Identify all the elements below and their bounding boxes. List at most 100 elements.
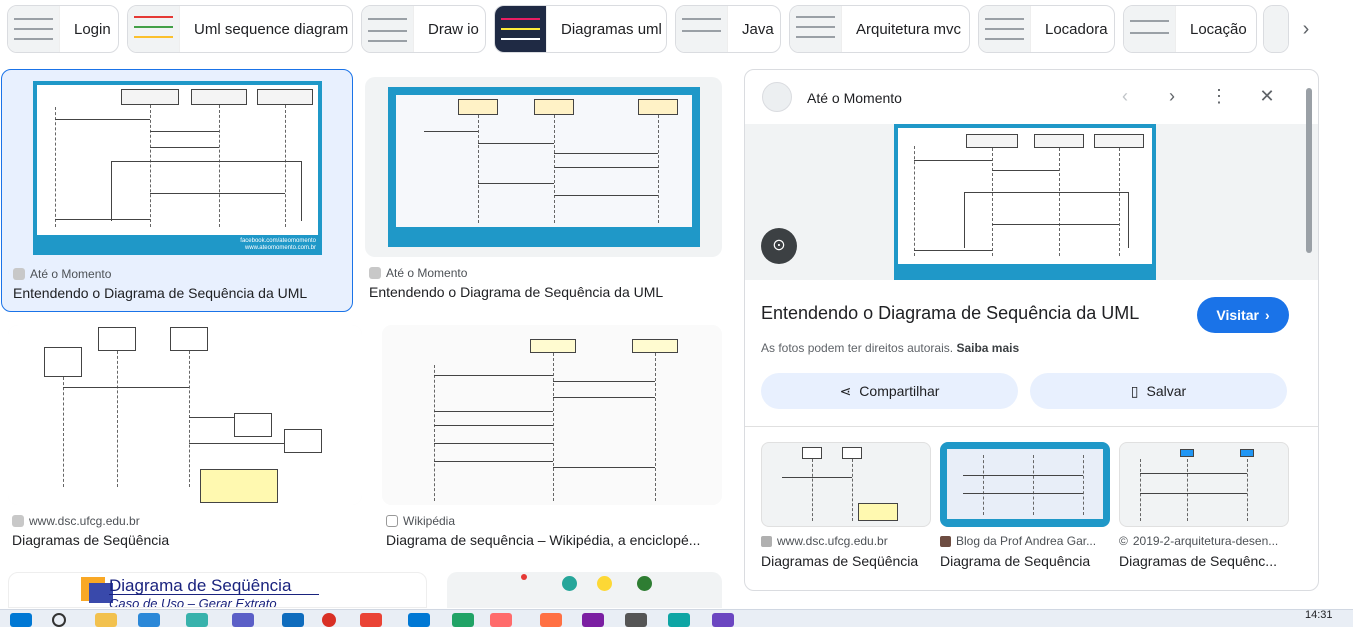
related-image-card[interactable]: www.dsc.ufcg.edu.br Diagramas de Seqüênc… xyxy=(761,442,931,569)
related-title: Diagramas de Seqüência xyxy=(761,553,919,569)
diagram-footer: facebook.com/ateomomento www.ateomomento… xyxy=(240,238,316,251)
related-title: Diagrama de Sequência xyxy=(940,553,1091,569)
chip-draw-io[interactable]: Draw io xyxy=(361,5,486,53)
result-card[interactable]: facebook.com/ateomomento www.ateomomento… xyxy=(1,69,353,312)
result-card[interactable] xyxy=(447,572,722,608)
chip-label: Login xyxy=(74,20,111,38)
chip-label: Locação xyxy=(1190,20,1247,38)
divider xyxy=(745,426,1318,427)
related-source: © 2019-2-arquitetura-desen... xyxy=(1119,534,1289,548)
chip-locacao[interactable]: Locação xyxy=(1123,5,1257,53)
file-explorer-icon[interactable] xyxy=(95,613,117,627)
share-button[interactable]: ⋖ Compartilhar xyxy=(761,373,1018,409)
related-source-label: www.dsc.ufcg.edu.br xyxy=(777,534,888,548)
panel-source[interactable]: Até o Momento xyxy=(807,90,902,106)
learn-more-link[interactable]: Saiba mais xyxy=(956,341,1019,355)
result-card[interactable]: Até o Momento Entendendo o Diagrama de S… xyxy=(365,77,722,312)
app-icon[interactable] xyxy=(138,613,160,627)
result-image-frame xyxy=(365,77,722,257)
wikipedia-icon xyxy=(386,515,398,527)
result-image xyxy=(382,325,722,505)
chevron-right-icon[interactable]: › xyxy=(1160,85,1184,109)
panel-preview[interactable]: ⊙ xyxy=(745,124,1318,280)
chip-label: Locadora xyxy=(1045,20,1108,38)
share-label: Compartilhar xyxy=(859,383,940,399)
chip-thumbnail xyxy=(790,6,842,52)
related-image-card[interactable]: © 2019-2-arquitetura-desen... Diagramas d… xyxy=(1119,442,1289,569)
result-image xyxy=(8,325,362,505)
taskbar xyxy=(0,609,1353,627)
panel-title[interactable]: Entendendo o Diagrama de Sequência da UM… xyxy=(761,303,1139,324)
app-icon[interactable] xyxy=(540,613,562,627)
panel-header: Até o Momento ‹ › ⋮ ✕ xyxy=(745,70,1318,124)
result-card[interactable]: Diagrama de Seqüência Caso de Uso – Gera… xyxy=(8,572,427,608)
copyright-notice: As fotos podem ter direitos autorais. Sa… xyxy=(761,341,1019,355)
outlook-icon[interactable] xyxy=(282,613,304,627)
related-title: Diagramas de Sequênc... xyxy=(1119,553,1277,569)
chip-label: Diagramas uml xyxy=(561,20,662,38)
result-image xyxy=(447,572,722,608)
chrome-icon[interactable] xyxy=(360,613,382,627)
chip-uml-sequence-diagram[interactable]: Uml sequence diagram xyxy=(127,5,353,53)
edge-icon[interactable] xyxy=(186,613,208,627)
close-icon[interactable]: ✕ xyxy=(1255,85,1279,109)
chip-overflow[interactable] xyxy=(1263,5,1289,53)
result-image: Diagrama de Seqüência Caso de Uso – Gera… xyxy=(8,572,427,608)
chip-locadora[interactable]: Locadora xyxy=(978,5,1115,53)
notification-badge-icon[interactable] xyxy=(322,613,336,627)
visit-label: Visitar xyxy=(1216,307,1259,323)
chip-label: Java xyxy=(742,20,774,38)
result-title[interactable]: Entendendo o Diagrama de Sequência da UM… xyxy=(369,284,709,300)
save-button[interactable]: ▯ Salvar xyxy=(1030,373,1287,409)
lens-search-icon[interactable]: ⊙ xyxy=(761,228,797,264)
chip-arquitetura-mvc[interactable]: Arquitetura mvc xyxy=(789,5,970,53)
app-icon[interactable] xyxy=(582,613,604,627)
chevron-right-icon[interactable]: › xyxy=(1292,16,1320,44)
related-image-card[interactable]: Blog da Prof Andrea Gar... Diagrama de S… xyxy=(940,442,1110,569)
taskbar-clock[interactable]: 14:31 xyxy=(1305,609,1333,621)
site-favicon-icon xyxy=(940,535,951,547)
related-image xyxy=(940,442,1110,527)
result-source: Até o Momento xyxy=(13,267,111,281)
copyright-text: As fotos podem ter direitos autorais. xyxy=(761,341,954,355)
chevron-left-icon[interactable]: ‹ xyxy=(1113,85,1137,109)
result-card[interactable]: Wikipédia Diagrama de sequência – Wikipé… xyxy=(382,325,722,550)
site-favicon-icon xyxy=(12,515,24,527)
chip-thumbnail xyxy=(1124,6,1176,52)
visit-button[interactable]: Visitar › xyxy=(1197,297,1289,333)
result-title[interactable]: Diagramas de Seqüência xyxy=(12,532,352,548)
search-icon[interactable] xyxy=(52,613,66,627)
chip-thumbnail xyxy=(8,6,60,52)
site-favicon-icon xyxy=(762,82,792,112)
chip-java[interactable]: Java xyxy=(675,5,781,53)
source-label: Até o Momento xyxy=(386,266,468,280)
banner-title: Diagrama de Seqüência xyxy=(109,576,292,595)
app-icon[interactable] xyxy=(625,613,647,627)
chip-thumbnail xyxy=(362,6,414,52)
related-source-label: Blog da Prof Andrea Gar... xyxy=(956,534,1097,548)
more-options-icon[interactable]: ⋮ xyxy=(1207,85,1231,109)
chip-label: Uml sequence diagram xyxy=(194,20,349,38)
excel-icon[interactable] xyxy=(452,613,474,627)
app-icon[interactable] xyxy=(490,613,512,627)
preview-image xyxy=(894,124,1156,280)
related-source: www.dsc.ufcg.edu.br xyxy=(761,534,931,548)
calendar-icon[interactable] xyxy=(408,613,430,627)
image-detail-panel: Até o Momento ‹ › ⋮ ✕ ⊙ Entendendo o Dia… xyxy=(744,69,1319,591)
related-source: Blog da Prof Andrea Gar... xyxy=(940,534,1110,548)
related-image xyxy=(761,442,931,527)
chip-diagramas-uml[interactable]: Diagramas uml xyxy=(494,5,667,53)
teams-icon[interactable] xyxy=(232,613,254,627)
result-card[interactable]: www.dsc.ufcg.edu.br Diagramas de Seqüênc… xyxy=(8,325,362,550)
chip-label: Draw io xyxy=(428,20,479,38)
result-source: Wikipédia xyxy=(386,514,455,528)
windows-start-icon[interactable] xyxy=(10,613,32,627)
app-icon[interactable] xyxy=(668,613,690,627)
chip-thumbnail xyxy=(495,6,547,52)
app-icon[interactable] xyxy=(712,613,734,627)
panel-scrollbar[interactable] xyxy=(1306,88,1312,253)
chip-thumbnail xyxy=(979,6,1031,52)
chip-login[interactable]: Login xyxy=(7,5,119,53)
result-title[interactable]: Diagrama de sequência – Wikipédia, a enc… xyxy=(386,532,720,548)
result-title[interactable]: Entendendo o Diagrama de Sequência da UM… xyxy=(13,285,343,301)
